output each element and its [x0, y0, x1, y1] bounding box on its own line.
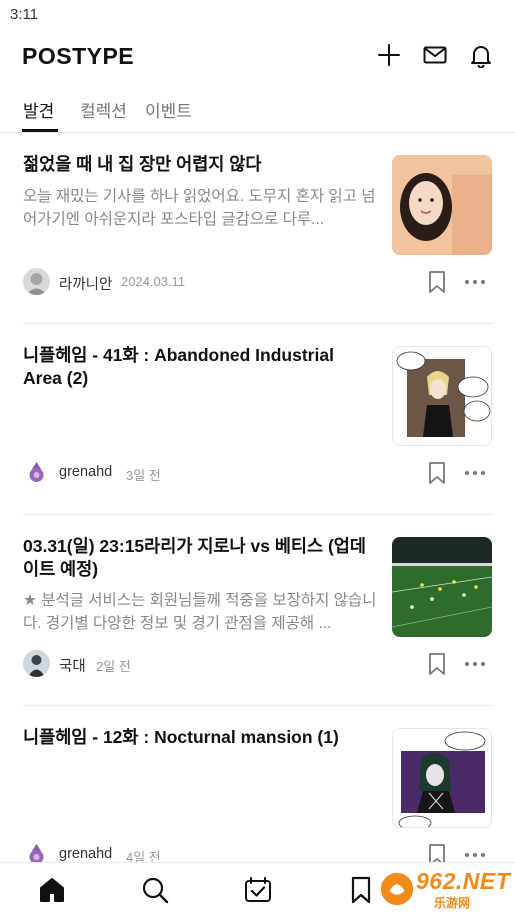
post-meta: 국대 2일 전: [23, 650, 493, 678]
mail-icon[interactable]: [422, 42, 448, 68]
watermark-subtext: 乐游网: [434, 896, 471, 910]
home-icon[interactable]: [37, 875, 67, 905]
avatar[interactable]: [23, 459, 50, 486]
author-name[interactable]: 라까니안: [59, 273, 112, 294]
watermark-logo: 962.NET 乐游网: [376, 866, 512, 912]
post-date: 3일 전: [126, 468, 161, 483]
post-title[interactable]: 젊었을 때 내 집 장만 어렵지 않다: [23, 153, 373, 176]
post-card[interactable]: 03.31(일) 23:15라리가 지로나 vs 베티스 (업데이트 예정) ★…: [0, 515, 515, 706]
watermark-text: 962.NET: [416, 868, 511, 894]
status-bar: 3:11: [0, 0, 515, 30]
feed-icon[interactable]: [243, 875, 273, 905]
bookmark-icon[interactable]: [427, 270, 447, 294]
plus-icon[interactable]: [376, 42, 402, 68]
post-date: 2024.03.11: [121, 274, 186, 289]
post-date: 2일 전: [96, 659, 131, 674]
post-excerpt: ★ 분석글 서비스는 회원님들께 적중을 보장하지 않습니다. 경기별 다양한 …: [23, 592, 377, 632]
status-time: 3:11: [10, 6, 39, 23]
post-thumbnail[interactable]: [392, 155, 492, 255]
post-title[interactable]: 니플헤임 - 12화 : Nocturnal mansion (1): [23, 726, 373, 749]
tab-bar: 발견 컬렉션 이벤트: [0, 90, 515, 133]
avatar[interactable]: [23, 268, 50, 295]
post-thumbnail[interactable]: [392, 346, 492, 446]
post-title[interactable]: 03.31(일) 23:15라리가 지로나 vs 베티스 (업데이트 예정): [23, 535, 373, 581]
bell-icon[interactable]: [468, 42, 494, 68]
tab-event[interactable]: 이벤트: [145, 97, 192, 122]
post-card[interactable]: 젊었을 때 내 집 장만 어렵지 않다 오늘 재밌는 기사를 하나 읽었어요. …: [0, 133, 515, 324]
app-logo: POSTYPE: [22, 43, 135, 69]
post-meta: 라까니안 2024.03.11: [23, 268, 493, 296]
post-card[interactable]: 니플헤임 - 41화 : Abandoned Industrial Area (…: [0, 324, 515, 515]
post-excerpt: 오늘 재밌는 기사를 하나 읽었어요. 도무지 혼자 읽고 넘어가기엔 아쉬운지…: [23, 188, 376, 228]
bookmark-icon[interactable]: [427, 461, 447, 485]
avatar[interactable]: [23, 650, 50, 677]
post-thumbnail[interactable]: [392, 728, 492, 828]
post-title[interactable]: 니플헤임 - 41화 : Abandoned Industrial Area (…: [23, 344, 373, 390]
post-thumbnail[interactable]: [392, 537, 492, 637]
tab-discover[interactable]: 발견: [23, 97, 54, 122]
more-options-icon[interactable]: [463, 461, 487, 485]
active-tab-indicator: [22, 129, 58, 132]
author-name[interactable]: 국대: [59, 655, 86, 676]
author-name[interactable]: grenahd: [59, 464, 112, 480]
more-options-icon[interactable]: [463, 652, 487, 676]
bookmark-icon[interactable]: [427, 652, 447, 676]
author-name[interactable]: grenahd: [59, 846, 112, 862]
more-options-icon[interactable]: [463, 270, 487, 294]
app-header: POSTYPE: [0, 30, 515, 80]
bookmark-icon[interactable]: [346, 875, 376, 905]
tab-collection[interactable]: 컬렉션: [80, 97, 127, 122]
post-meta: grenahd 3일 전: [23, 459, 493, 487]
search-icon[interactable]: [140, 875, 170, 905]
